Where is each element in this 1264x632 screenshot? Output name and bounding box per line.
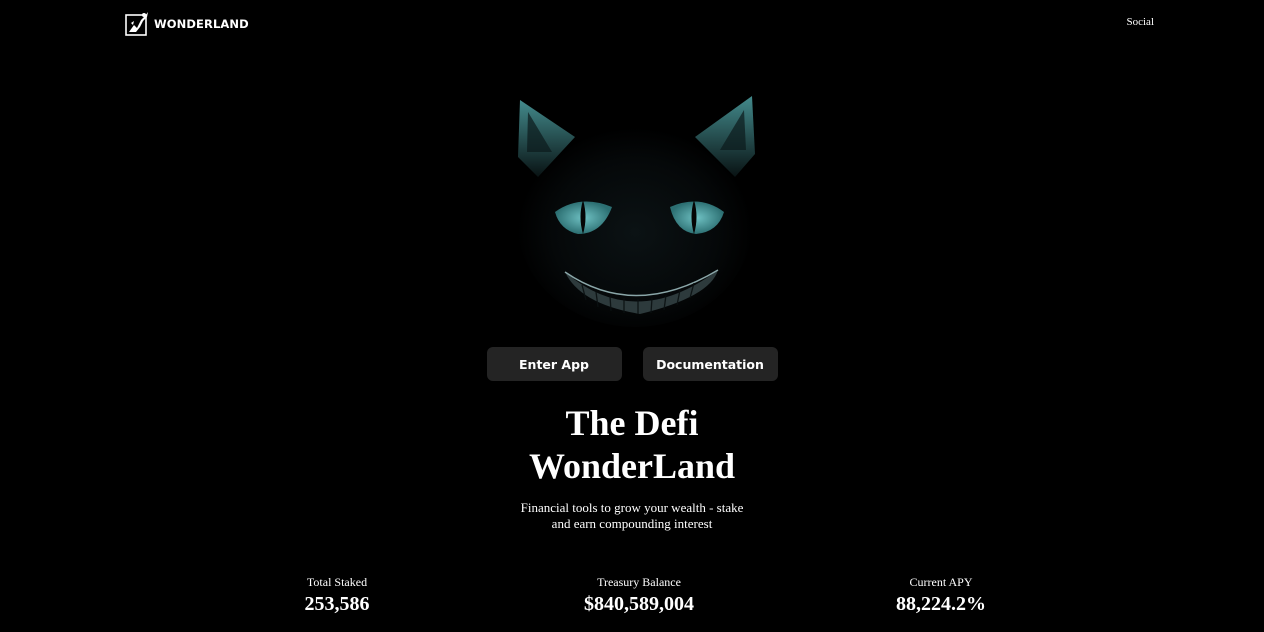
header: WONDERLAND Social [0,0,1264,46]
page-subtitle: Financial tools to grow your wealth - st… [512,500,752,532]
brand-logo[interactable]: WONDERLAND [125,11,249,37]
landing-page: WONDERLAND Social Enter App Documentatio… [0,0,1264,632]
stat-value: 88,224.2% [896,593,986,615]
enter-app-button[interactable]: Enter App [486,347,622,381]
hero-buttons: Enter App Documentation [0,347,1264,381]
page-title-line-2: WonderLand [528,446,736,486]
brand-name: WONDERLAND [154,17,249,31]
cheshire-cat-icon [517,96,755,327]
documentation-button[interactable]: Documentation [642,347,778,381]
stat-value: 253,586 [304,593,370,615]
stat-label: Current APY [909,575,973,589]
page-subtitle-line-1: Financial tools to grow your wealth - st… [520,500,744,515]
wonderland-logo-icon [125,12,148,36]
stats-row: Total Staked 253,586 Treasury Balance $8… [0,575,1264,625]
stat-value: $840,589,004 [584,593,694,615]
nav-social-link[interactable]: Social [1127,16,1155,28]
stat-total-staked: Total Staked 253,586 [227,575,447,619]
page-subtitle-line-2: and earn compounding interest [551,516,713,531]
page-title: The Defi WonderLand [0,402,1264,488]
stat-treasury-balance: Treasury Balance $840,589,004 [529,575,749,619]
stat-current-apy: Current APY 88,224.2% [831,575,1051,619]
stat-label: Total Staked [306,575,368,589]
stat-label: Treasury Balance [597,575,681,589]
page-title-line-1: The Defi [565,403,699,443]
